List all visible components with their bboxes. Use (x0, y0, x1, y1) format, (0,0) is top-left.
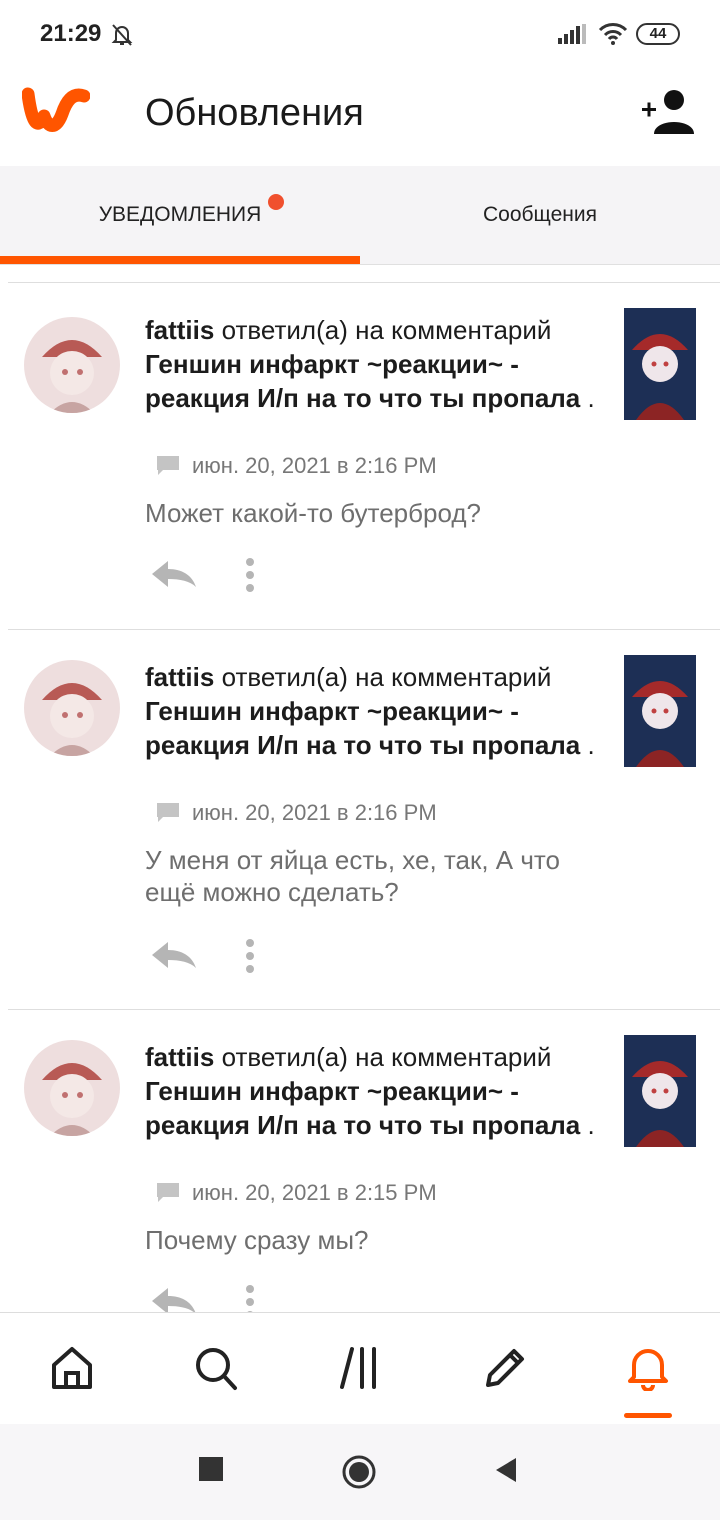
more-options-icon[interactable] (238, 1284, 262, 1312)
app-bar: Обновления (0, 70, 720, 166)
status-bar: 21:29 44 (0, 0, 720, 70)
signal-icon (558, 24, 586, 44)
avatar[interactable] (24, 660, 120, 756)
status-time: 21:29 (40, 20, 102, 47)
notification-headline[interactable]: fattiis ответил(а) на комментарий Геншин… (145, 660, 595, 762)
add-user-icon[interactable] (640, 88, 696, 136)
action-text: ответил(а) на комментарий (221, 1042, 552, 1072)
back-icon[interactable] (494, 1456, 518, 1484)
reply-icon[interactable] (150, 559, 198, 589)
more-options-icon[interactable] (238, 557, 262, 593)
action-text: ответил(а) на комментарий (221, 662, 552, 692)
nav-notifications[interactable] (576, 1313, 720, 1425)
library-icon (340, 1347, 376, 1389)
notification-badge (268, 194, 284, 210)
notification-feed[interactable]: fattiis ответил(а) на комментарий Геншин… (0, 264, 720, 1312)
action-text: ответил(а) на комментарий (221, 315, 552, 345)
trailing-dot: . (587, 730, 595, 760)
timestamp-row: июн. 20, 2021 в 2:16 PM (156, 453, 437, 483)
active-tab-indicator (0, 256, 360, 264)
tab-messages-label: Сообщения (483, 203, 597, 226)
wattpad-logo[interactable] (22, 84, 90, 134)
story-title[interactable]: Геншин инфаркт ~реакции~ - реакция И/п н… (145, 1076, 580, 1140)
comment-icon (157, 803, 179, 822)
story-title[interactable]: Геншин инфаркт ~реакции~ - реакция И/п н… (145, 696, 580, 760)
search-icon (196, 1348, 237, 1390)
battery-icon: 44 (636, 23, 680, 45)
username[interactable]: fattiis (145, 1042, 214, 1072)
timestamp-row: июн. 20, 2021 в 2:15 PM (156, 1180, 437, 1210)
avatar[interactable] (24, 1040, 120, 1136)
comment-text: Может какой-то бутерброд? (145, 498, 481, 528)
page-title: Обновления (145, 92, 364, 134)
recents-icon[interactable] (198, 1456, 224, 1482)
timestamp: июн. 20, 2021 в 2:16 PM (192, 453, 437, 478)
timestamp: июн. 20, 2021 в 2:16 PM (192, 800, 437, 825)
bottom-nav (0, 1312, 720, 1425)
comment-icon (157, 1183, 179, 1202)
wifi-icon (598, 23, 628, 45)
nav-search[interactable] (144, 1313, 288, 1425)
notification-headline[interactable]: fattiis ответил(а) на комментарий Геншин… (145, 313, 595, 415)
trailing-dot: . (587, 383, 595, 413)
username[interactable]: fattiis (145, 662, 214, 692)
bell-icon (628, 1349, 668, 1391)
nav-library[interactable] (288, 1313, 432, 1425)
notification-item[interactable]: fattiis ответил(а) на комментарий Геншин… (0, 283, 720, 629)
timestamp: июн. 20, 2021 в 2:15 PM (192, 1180, 437, 1205)
tab-messages[interactable]: Сообщения (360, 166, 720, 264)
username[interactable]: fattiis (145, 315, 214, 345)
comment-icon (157, 456, 179, 475)
story-title[interactable]: Геншин инфаркт ~реакции~ - реакция И/п н… (145, 349, 580, 413)
notification-headline[interactable]: fattiis ответил(а) на комментарий Геншин… (145, 1040, 595, 1142)
nav-home[interactable] (0, 1313, 144, 1425)
tab-notifications-label: УВЕДОМЛЕНИЯ (98, 203, 262, 226)
timestamp-row: июн. 20, 2021 в 2:16 PM (156, 800, 437, 830)
tab-bar: УВЕДОМЛЕНИЯ Сообщения (0, 166, 720, 265)
reply-icon[interactable] (150, 1286, 198, 1312)
avatar[interactable] (24, 317, 120, 413)
comment-text: Почему сразу мы? (145, 1225, 369, 1255)
pencil-icon (486, 1349, 524, 1387)
comment-text: У меня от яйца есть, хе, так, А что ещё … (145, 845, 560, 907)
nav-active-indicator (624, 1413, 672, 1418)
home-icon (52, 1347, 92, 1389)
home-circle-icon[interactable] (341, 1454, 377, 1490)
trailing-dot: . (587, 1110, 595, 1140)
reply-icon[interactable] (150, 940, 198, 970)
tab-notifications[interactable]: УВЕДОМЛЕНИЯ (0, 166, 360, 264)
nav-write[interactable] (432, 1313, 576, 1425)
story-cover[interactable] (624, 655, 696, 767)
notification-item[interactable]: fattiis ответил(а) на комментарий Геншин… (0, 1010, 720, 1312)
system-nav-bar (0, 1424, 720, 1520)
notification-item[interactable]: fattiis ответил(а) на комментарий Геншин… (0, 630, 720, 976)
bell-off-icon (111, 24, 133, 46)
more-options-icon[interactable] (238, 938, 262, 974)
story-cover[interactable] (624, 1035, 696, 1147)
story-cover[interactable] (624, 308, 696, 420)
